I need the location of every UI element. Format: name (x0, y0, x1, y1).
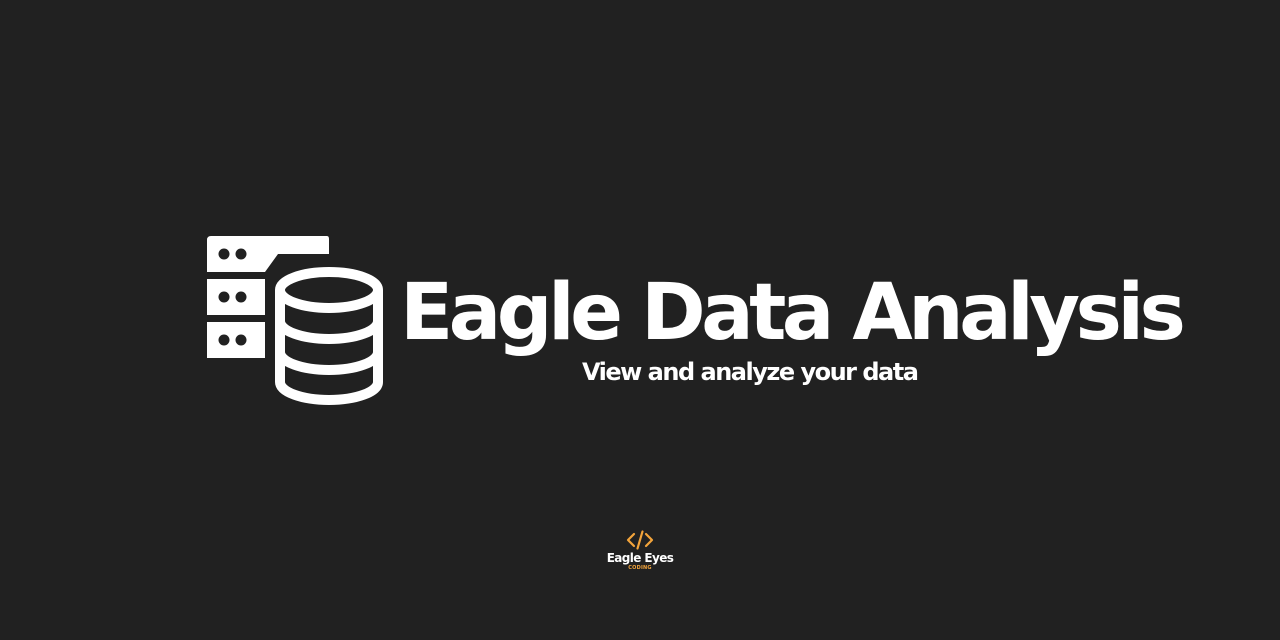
page-subtitle: View and analyze your data (582, 358, 919, 386)
footer-brand-name: Eagle Eyes (606, 551, 674, 565)
footer-brand-tag: CODING (628, 565, 652, 571)
code-brackets-icon (626, 530, 654, 550)
footer-logo: Eagle Eyes CODING (590, 530, 690, 578)
page-title: Eagle Data Analysis (400, 268, 1186, 358)
database-server-icon (205, 234, 387, 406)
